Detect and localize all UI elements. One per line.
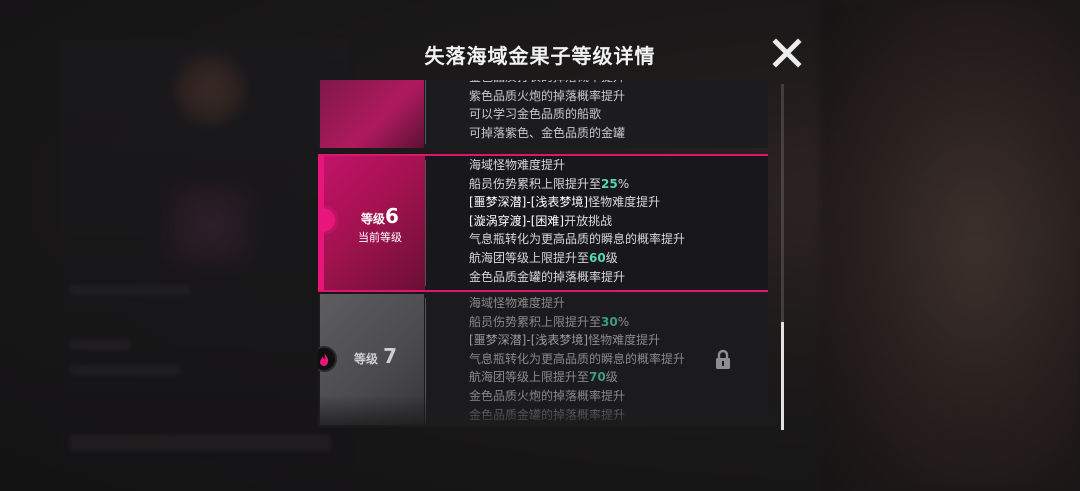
benefit-line: 可以学习金色品质的船歌 (469, 105, 625, 124)
benefit-text: 海域怪物难度提升 (469, 296, 566, 310)
benefit-line: 气息瓶转化为更高品质的瞬息的概率提升 (469, 350, 685, 369)
benefit-text: 怪物难度提升 (588, 333, 661, 348)
card-divider (425, 80, 426, 144)
level-card-locked: 等级 7 海域怪物难度提升 船员伤势累积上限提升至30% [噩梦深潜]-[浅表梦境]… (318, 294, 768, 425)
level-card-art (320, 80, 424, 148)
benefit-text: [漩涡穿渡]-[困难] (469, 213, 565, 228)
benefit-text: 级 (605, 250, 618, 265)
benefit-line: 金色品质金罐的掉落概率提升 (469, 268, 685, 287)
card-divider (425, 160, 426, 286)
level-badge: 等级6 当前等级 (352, 204, 408, 245)
lock-icon (714, 349, 732, 371)
level-badge: 等级 7 (354, 344, 397, 368)
benefit-line: 紫色品质火炮的掉落概率提升 (469, 87, 625, 106)
benefit-line: 金色品质打表的掉落概率提升 (469, 80, 625, 87)
benefit-line: 航海团等级上限提升至60级 (469, 249, 685, 268)
benefit-line: 金色品质金罐的掉落概率提升 (469, 406, 685, 425)
level-word: 等级 (361, 212, 386, 226)
benefit-text: 可掉落紫色、金色品质的金罐 (469, 125, 626, 140)
benefit-text: 金色品质金罐的掉落概率提升 (469, 269, 626, 284)
close-button[interactable] (770, 36, 804, 70)
benefit-text: 船员伤势累积上限提升至 (469, 176, 602, 191)
benefit-value: 60 (589, 250, 606, 265)
level-card-current: 等级6 当前等级 海域怪物难度提升 船员伤势累积上限提升至25% [噩梦深潜]-[浅… (318, 154, 768, 292)
benefit-line: 可掉落紫色、金色品质的金罐 (469, 124, 625, 143)
benefit-value: 70 (589, 370, 606, 385)
benefit-value: 30 (601, 314, 618, 329)
level-card-past: 金色品质打表的掉落概率提升紫色品质火炮的掉落概率提升可以学习金色品质的船歌可掉落… (318, 80, 768, 148)
benefit-text: 怪物难度提升 (588, 195, 661, 210)
benefit-text: 船员伤势累积上限提升至 (469, 314, 602, 329)
benefit-text: 气息瓶转化为更高品质的瞬息的概率提升 (469, 351, 686, 366)
benefit-text: % (617, 176, 630, 191)
benefit-line: 船员伤势累积上限提升至30% (469, 313, 685, 332)
benefit-text: 海域怪物难度提升 (469, 158, 566, 172)
benefit-line: 金色品质火炮的掉落概率提升 (469, 387, 685, 406)
benefit-text: 可以学习金色品质的船歌 (469, 107, 602, 122)
benefit-line: 海域怪物难度提升 (469, 294, 685, 313)
level-word: 等级 (354, 352, 379, 366)
level-number: 7 (383, 344, 398, 368)
benefit-line: 气息瓶转化为更高品质的瞬息的概率提升 (469, 230, 685, 249)
current-level-label: 当前等级 (358, 231, 402, 244)
level-number: 6 (385, 204, 399, 228)
flame-icon (318, 346, 337, 372)
benefit-text: 开放挑战 (564, 213, 613, 228)
benefit-text: 航海团等级上限提升至 (469, 250, 590, 265)
benefit-text: [噩梦深潜]-[浅表梦境] (469, 195, 589, 210)
benefit-text: 金色品质火炮的掉落概率提升 (469, 388, 626, 403)
benefit-line: [漩涡穿渡]-[困难]开放挑战 (469, 212, 685, 231)
level-benefits: 金色品质打表的掉落概率提升紫色品质火炮的掉落概率提升可以学习金色品质的船歌可掉落… (469, 80, 625, 142)
benefit-text: 金色品质金罐的掉落概率提升 (469, 407, 626, 422)
benefit-value: 25 (601, 176, 618, 191)
scrollbar-thumb[interactable] (781, 322, 784, 430)
level-list[interactable]: 金色品质打表的掉落概率提升紫色品质火炮的掉落概率提升可以学习金色品质的船歌可掉落… (318, 80, 772, 425)
benefit-line: 航海团等级上限提升至70级 (469, 368, 685, 387)
benefit-text: 金色品质打表的掉落概率提升 (469, 80, 625, 84)
benefit-text: 航海团等级上限提升至 (469, 370, 590, 385)
benefit-line: [噩梦深潜]-[浅表梦境]怪物难度提升 (469, 331, 685, 350)
benefit-text: 紫色品质火炮的掉落概率提升 (469, 88, 626, 103)
benefit-text: [噩梦深潜]-[浅表梦境] (469, 333, 589, 348)
level-benefits: 海域怪物难度提升 船员伤势累积上限提升至30% [噩梦深潜]-[浅表梦境]怪物难度提… (469, 294, 685, 424)
benefit-line: [噩梦深潜]-[浅表梦境]怪物难度提升 (469, 193, 685, 212)
card-divider (425, 298, 426, 425)
page-title: 失落海域金果子等级详情 (424, 44, 656, 68)
benefit-text: 气息瓶转化为更高品质的瞬息的概率提升 (469, 232, 686, 247)
level-benefits: 海域怪物难度提升 船员伤势累积上限提升至25% [噩梦深潜]-[浅表梦境]怪物难度提… (469, 156, 685, 286)
close-icon (772, 38, 802, 68)
benefit-line: 海域怪物难度提升 (469, 156, 685, 175)
benefit-line: 船员伤势累积上限提升至25% (469, 175, 685, 194)
benefit-text: 级 (605, 370, 618, 385)
benefit-text: % (617, 314, 630, 329)
